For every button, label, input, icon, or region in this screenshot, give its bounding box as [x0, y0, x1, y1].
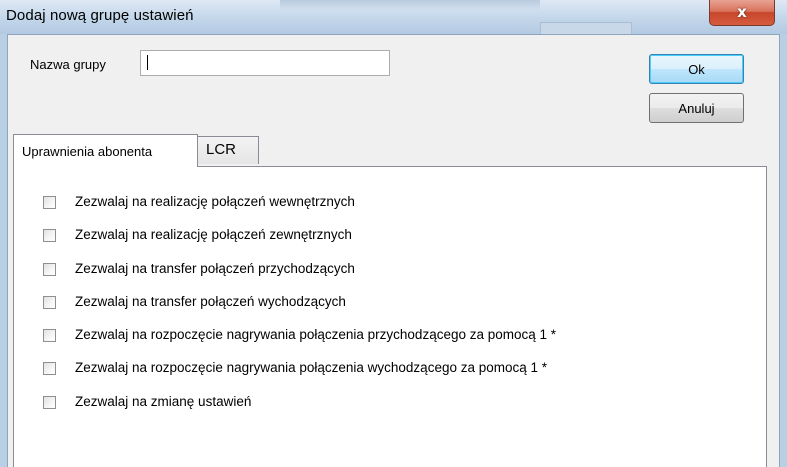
close-icon: x: [737, 3, 747, 21]
tab-lcr[interactable]: LCR: [198, 136, 259, 164]
group-name-input[interactable]: [140, 50, 390, 76]
title-bar[interactable]: Dodaj nową grupę ustawień x: [0, 0, 787, 35]
window-title: Dodaj nową grupę ustawień: [6, 7, 194, 24]
dialog-body: Nazwa grupy Ok Anuluj Uprawnienia abonen…: [7, 34, 780, 467]
permission-item[interactable]: Zezwalaj na transfer połączeń przychodzą…: [43, 259, 556, 292]
permission-label[interactable]: Zezwalaj na rozpoczęcie nagrywania połąc…: [75, 358, 547, 378]
permission-checkbox[interactable]: [43, 229, 56, 243]
permission-checkbox[interactable]: [43, 395, 56, 409]
permission-checkbox[interactable]: [43, 329, 56, 343]
permission-item[interactable]: Zezwalaj na realizację połączeń zewnętrz…: [43, 225, 556, 258]
cancel-button[interactable]: Anuluj: [649, 93, 744, 123]
permission-checkbox[interactable]: [43, 196, 56, 209]
permission-item[interactable]: Zezwalaj na transfer połączeń wychodzący…: [43, 292, 556, 325]
close-button[interactable]: x: [709, 0, 775, 26]
permission-item[interactable]: Zezwalaj na rozpoczęcie nagrywania połąc…: [43, 358, 556, 391]
permission-checkbox[interactable]: [43, 295, 56, 309]
tab-subscriber-permissions[interactable]: Uprawnienia abonenta: [13, 134, 198, 167]
group-name-label: Nazwa grupy: [30, 57, 106, 72]
dialog-window: Dodaj nową grupę ustawień x Nazwa grupy …: [0, 0, 787, 467]
permission-item[interactable]: Zezwalaj na zmianę ustawień: [43, 392, 556, 425]
ok-button[interactable]: Ok: [649, 54, 744, 84]
permission-label[interactable]: Zezwalaj na zmianę ustawień: [75, 392, 251, 412]
permissions-list: Zezwalaj na realizację połączeń wewnętrz…: [43, 192, 556, 425]
permission-label[interactable]: Zezwalaj na rozpoczęcie nagrywania połąc…: [75, 325, 556, 345]
permission-item[interactable]: Zezwalaj na rozpoczęcie nagrywania połąc…: [43, 325, 556, 358]
background-glass-shadow: [280, 0, 540, 10]
permission-checkbox[interactable]: [43, 262, 56, 276]
permission-item[interactable]: Zezwalaj na realizację połączeń wewnętrz…: [43, 192, 556, 225]
text-caret: [147, 55, 148, 70]
permission-checkbox[interactable]: [43, 362, 56, 376]
permission-label[interactable]: Zezwalaj na transfer połączeń przychodzą…: [75, 259, 355, 279]
permission-label[interactable]: Zezwalaj na realizację połączeń zewnętrz…: [75, 225, 352, 245]
permission-label[interactable]: Zezwalaj na transfer połączeń wychodzący…: [75, 292, 346, 312]
permission-label[interactable]: Zezwalaj na realizację połączeń wewnętrz…: [75, 192, 355, 212]
